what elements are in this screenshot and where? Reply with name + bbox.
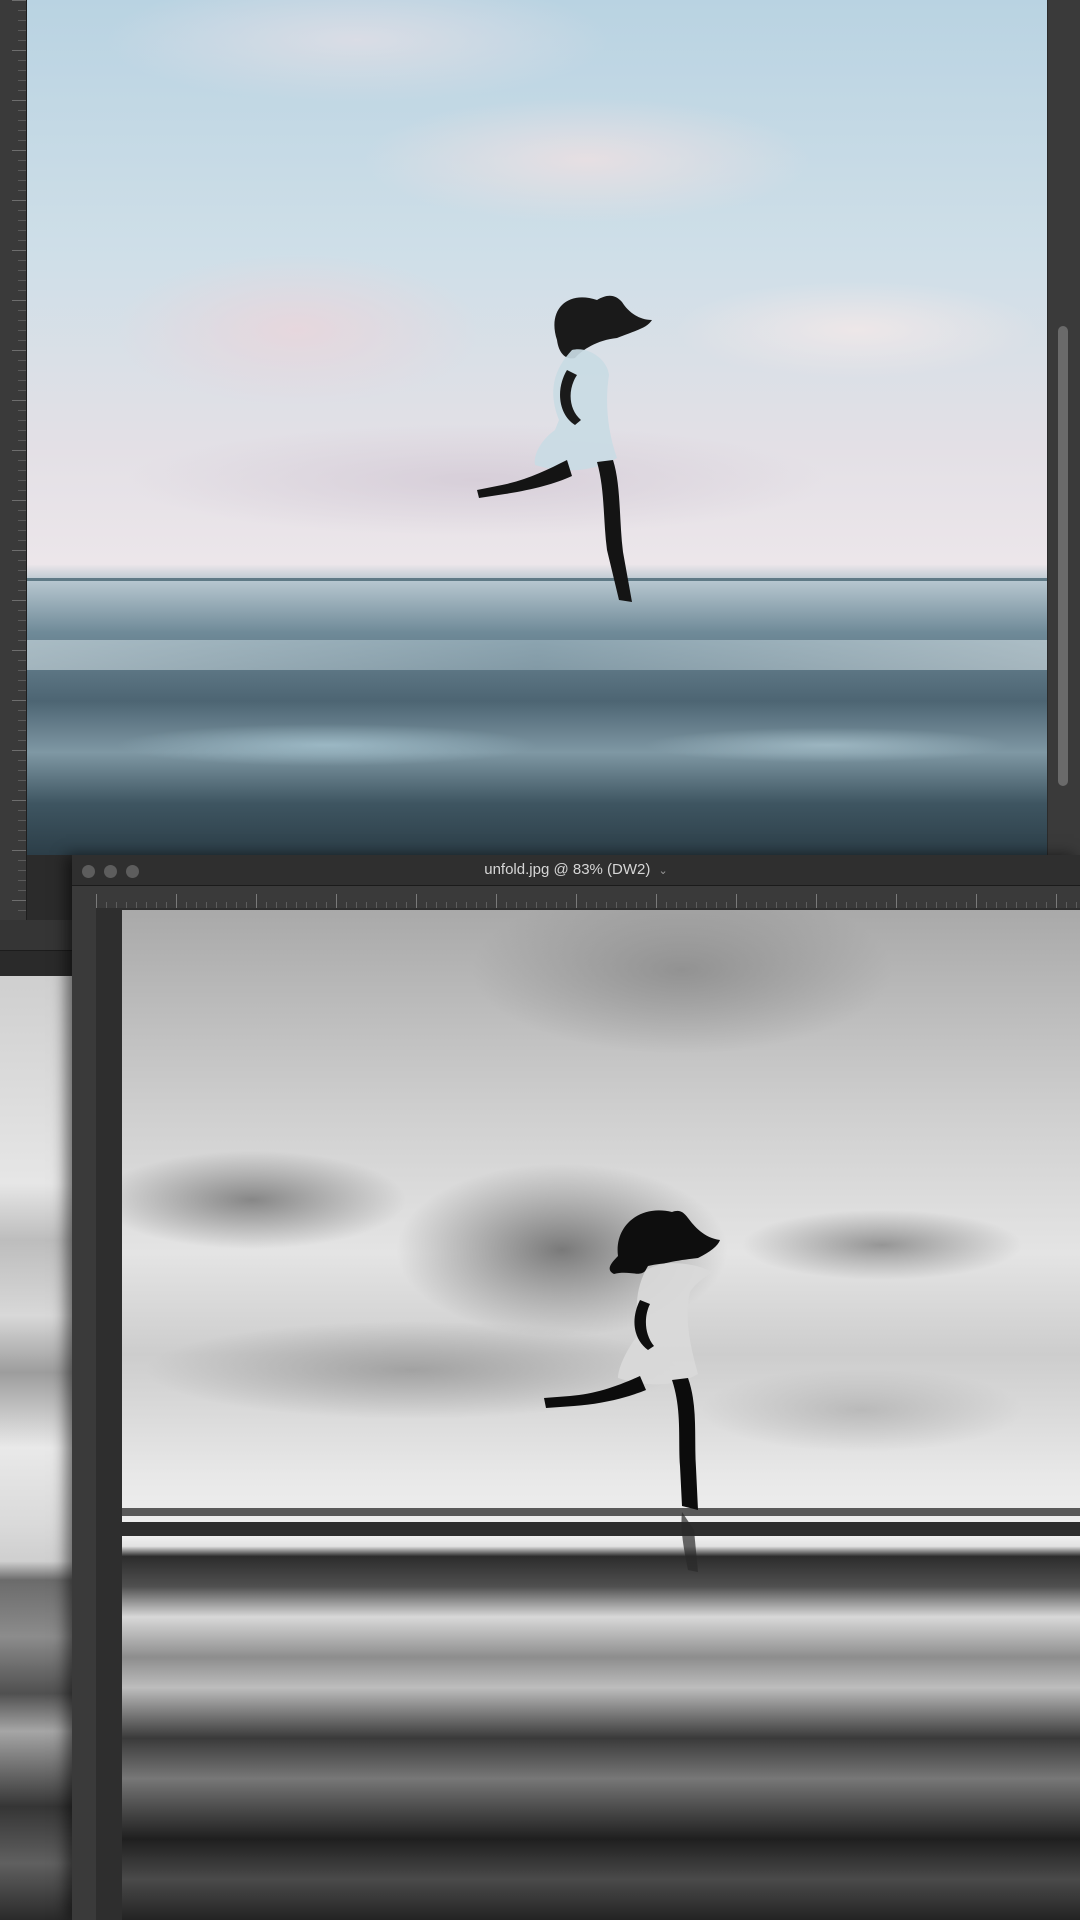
window-title-text: unfold.jpg @ 83% (DW2) bbox=[484, 861, 651, 878]
window-title: unfold.jpg @ 83% (DW2) ⌄ bbox=[72, 855, 1080, 885]
ruler-origin[interactable] bbox=[72, 886, 97, 908]
front-vertical-ruler bbox=[72, 908, 96, 1920]
vertical-scrollbar-thumb[interactable] bbox=[1058, 326, 1068, 786]
grayscale-photo-canvas[interactable] bbox=[122, 910, 1080, 1920]
running-girl-figure bbox=[477, 295, 652, 602]
running-girl-figure-bw bbox=[544, 1210, 720, 1572]
water-reflection bbox=[27, 640, 1047, 670]
water-reflection-lower bbox=[27, 720, 1047, 770]
vertical-ruler-major-ticks bbox=[0, 0, 26, 920]
chevron-down-icon[interactable]: ⌄ bbox=[659, 865, 668, 877]
horizontal-ruler-major-ticks bbox=[96, 886, 1080, 908]
color-photo-canvas[interactable] bbox=[27, 0, 1047, 855]
